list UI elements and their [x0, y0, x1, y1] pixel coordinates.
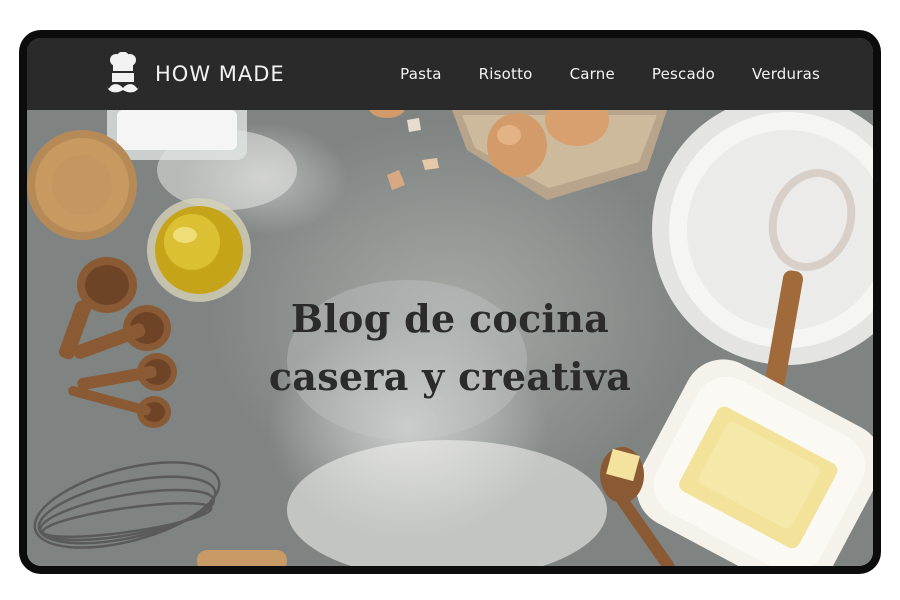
browser-screen: HOW MADE Pasta Risotto Carne Pescado Ver…	[27, 38, 873, 566]
nav-link-pescado[interactable]: Pescado	[652, 65, 715, 83]
hero-title-line-1: Blog de cocina	[290, 296, 610, 342]
nav-link-pasta[interactable]: Pasta	[400, 65, 441, 83]
main-nav: Pasta Risotto Carne Pescado Verduras	[363, 38, 820, 110]
hero-title: Blog de cocina casera y creativa	[27, 290, 873, 406]
chef-mustache-icon	[107, 52, 139, 93]
brand-name: HOW MADE	[155, 62, 285, 86]
hero-title-line-2: casera y creativa	[268, 354, 632, 400]
device-frame: HOW MADE Pasta Risotto Carne Pescado Ver…	[19, 30, 881, 574]
nav-link-verduras[interactable]: Verduras	[752, 65, 820, 83]
hero-banner: Blog de cocina casera y creativa	[27, 110, 873, 566]
navbar: HOW MADE Pasta Risotto Carne Pescado Ver…	[27, 38, 873, 110]
brand-logo-link[interactable]: HOW MADE	[107, 52, 285, 96]
nav-link-risotto[interactable]: Risotto	[479, 65, 533, 83]
nav-link-carne[interactable]: Carne	[570, 65, 615, 83]
